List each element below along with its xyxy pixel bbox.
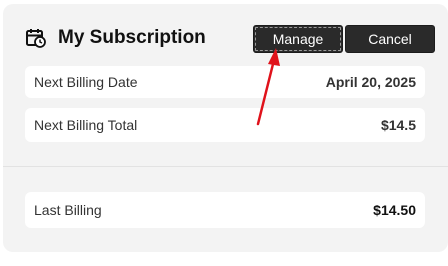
next-billing-total-row: Next Billing Total $14.5 <box>25 108 425 142</box>
next-billing-date-value: April 20, 2025 <box>325 74 416 90</box>
last-billing-row: Last Billing $14.50 <box>25 192 425 228</box>
next-billing-date-label: Next Billing Date <box>34 74 138 90</box>
calendar-clock-icon <box>25 27 47 49</box>
page-title: My Subscription <box>58 27 206 48</box>
next-billing-total-label: Next Billing Total <box>34 117 138 133</box>
next-billing-total-value: $14.5 <box>380 117 416 133</box>
card-header: My Subscription <box>25 25 206 51</box>
manage-button[interactable]: Manage <box>253 25 343 53</box>
next-billing-date-row: Next Billing Date April 20, 2025 <box>25 66 425 98</box>
cancel-button[interactable]: Cancel <box>345 25 435 53</box>
section-divider <box>3 166 448 167</box>
last-billing-value: $14.50 <box>373 202 416 218</box>
last-billing-label: Last Billing <box>34 202 102 218</box>
